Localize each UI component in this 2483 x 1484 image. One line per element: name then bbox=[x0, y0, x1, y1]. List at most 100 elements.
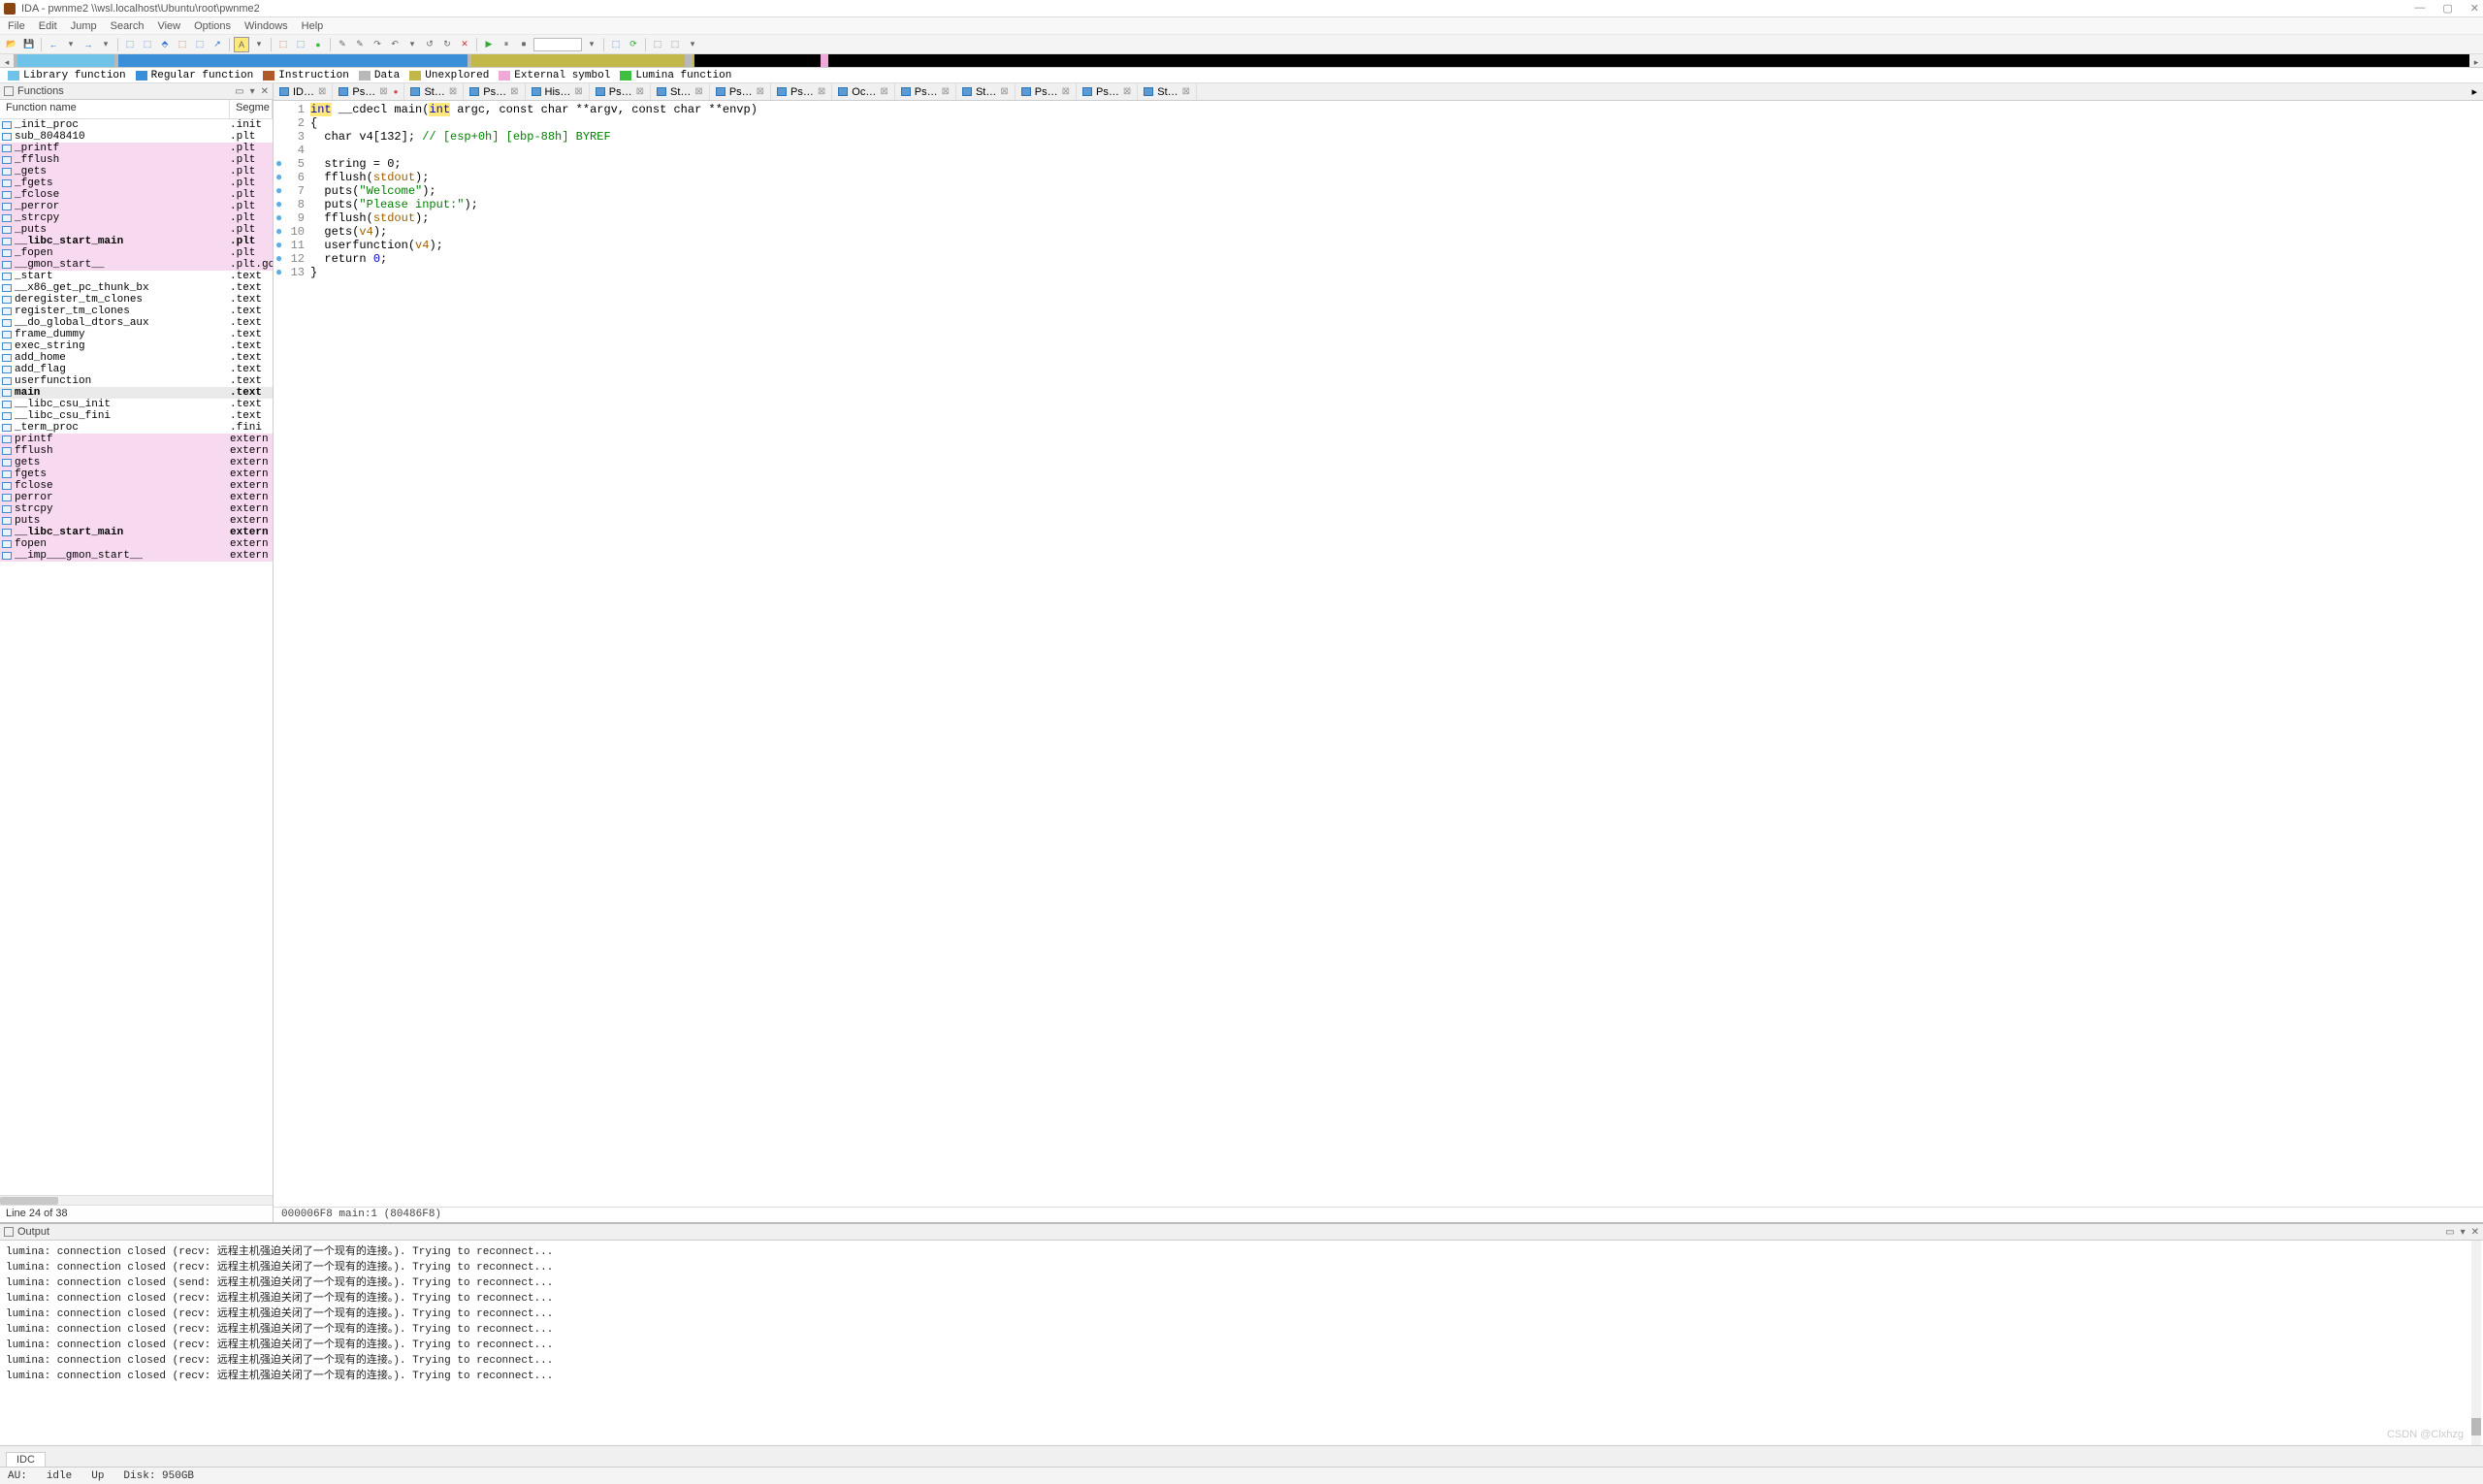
menu-windows[interactable]: Windows bbox=[244, 20, 288, 32]
code-text[interactable]: int __cdecl main(int argc, const char **… bbox=[310, 101, 758, 1207]
menu-edit[interactable]: Edit bbox=[39, 20, 57, 32]
tool-icon[interactable]: ↻ bbox=[439, 37, 455, 52]
tab-close-icon[interactable]: ⊠ bbox=[574, 86, 582, 97]
col-segment[interactable]: Segme bbox=[230, 100, 273, 118]
tab-close-icon[interactable]: ⊠ bbox=[1123, 86, 1131, 97]
maximize-button[interactable]: ▢ bbox=[2442, 2, 2452, 15]
tool-icon[interactable]: ⬚ bbox=[122, 37, 138, 52]
tool-icon[interactable]: ↗ bbox=[210, 37, 225, 52]
function-row[interactable]: fopenextern bbox=[0, 538, 273, 550]
panel-menu-icon[interactable]: ▾ bbox=[250, 86, 255, 97]
tool-icon[interactable]: ⬚ bbox=[192, 37, 208, 52]
nav-left-icon[interactable]: ◂ bbox=[0, 54, 14, 70]
col-function-name[interactable]: Function name bbox=[0, 100, 230, 118]
run-icon[interactable]: ▶ bbox=[481, 37, 497, 52]
scrollbar-thumb[interactable] bbox=[0, 1197, 58, 1205]
tool-icon[interactable]: ⬚ bbox=[650, 37, 665, 52]
cancel-icon[interactable]: ✕ bbox=[457, 37, 472, 52]
editor-tab[interactable]: Ps…⊠ bbox=[895, 83, 956, 100]
output-body[interactable]: lumina: connection closed (recv: 远程主机强迫关… bbox=[0, 1241, 2483, 1445]
tool-icon[interactable]: ↺ bbox=[422, 37, 437, 52]
function-row[interactable]: _start.text bbox=[0, 271, 273, 282]
editor-tab[interactable]: Ps…⊠ bbox=[590, 83, 651, 100]
editor-tab[interactable]: Ps…⊠ bbox=[333, 83, 404, 100]
function-row[interactable]: _puts.plt bbox=[0, 224, 273, 236]
close-button[interactable]: ✕ bbox=[2470, 2, 2479, 15]
tab-close-icon[interactable]: ⊠ bbox=[318, 86, 326, 97]
function-row[interactable]: add_home.text bbox=[0, 352, 273, 364]
refresh-icon[interactable]: ⟳ bbox=[626, 37, 641, 52]
function-row[interactable]: __libc_start_main.plt bbox=[0, 236, 273, 247]
tool-icon[interactable]: ⬚ bbox=[667, 37, 683, 52]
tab-close-icon[interactable]: ⊠ bbox=[636, 86, 644, 97]
editor-tab[interactable]: Ps…⊠ bbox=[1016, 83, 1077, 100]
tab-close-icon[interactable]: ⊠ bbox=[1182, 86, 1190, 97]
tool-icon[interactable]: ⬚ bbox=[175, 37, 190, 52]
function-row[interactable]: userfunction.text bbox=[0, 375, 273, 387]
function-row[interactable]: fgetsextern bbox=[0, 468, 273, 480]
tool-icon[interactable]: ↷ bbox=[370, 37, 385, 52]
function-row[interactable]: _perror.plt bbox=[0, 201, 273, 212]
tab-close-icon[interactable]: ⊠ bbox=[818, 86, 825, 97]
function-row[interactable]: __libc_csu_init.text bbox=[0, 399, 273, 410]
tool-icon[interactable]: ✎ bbox=[352, 37, 368, 52]
editor-tab[interactable]: His…⊠ bbox=[526, 83, 590, 100]
back-icon[interactable]: ← bbox=[46, 37, 61, 52]
tab-close-icon[interactable]: ⊠ bbox=[694, 86, 702, 97]
menu-jump[interactable]: Jump bbox=[71, 20, 97, 32]
functions-list[interactable]: _init_proc.initsub_8048410.plt_printf.pl… bbox=[0, 119, 273, 1195]
tool-icon[interactable]: ⬚ bbox=[140, 37, 155, 52]
function-row[interactable]: __libc_start_mainextern bbox=[0, 527, 273, 538]
function-row[interactable]: register_tm_clones.text bbox=[0, 306, 273, 317]
toolbar-input[interactable] bbox=[533, 38, 582, 51]
function-row[interactable]: fcloseextern bbox=[0, 480, 273, 492]
tool-icon[interactable]: ⬚ bbox=[275, 37, 291, 52]
function-row[interactable]: __gmon_start__.plt.go bbox=[0, 259, 273, 271]
function-row[interactable]: fflushextern bbox=[0, 445, 273, 457]
function-row[interactable]: add_flag.text bbox=[0, 364, 273, 375]
function-row[interactable]: sub_8048410.plt bbox=[0, 131, 273, 143]
function-row[interactable]: _fopen.plt bbox=[0, 247, 273, 259]
minimize-button[interactable]: — bbox=[2414, 2, 2425, 15]
tool-icon[interactable]: ● bbox=[310, 37, 326, 52]
dropdown-icon[interactable]: ▾ bbox=[63, 37, 79, 52]
function-row[interactable]: _strcpy.plt bbox=[0, 212, 273, 224]
h-scrollbar[interactable] bbox=[0, 1195, 273, 1205]
dropdown-icon[interactable]: ▾ bbox=[98, 37, 113, 52]
function-row[interactable]: main.text bbox=[0, 387, 273, 399]
function-row[interactable]: putsextern bbox=[0, 515, 273, 527]
function-row[interactable]: _fgets.plt bbox=[0, 177, 273, 189]
panel-popout-icon[interactable]: ▭ bbox=[235, 86, 243, 97]
function-row[interactable]: __x86_get_pc_thunk_bx.text bbox=[0, 282, 273, 294]
editor-tab[interactable]: Ps…⊠ bbox=[771, 83, 832, 100]
tab-close-icon[interactable]: ⊠ bbox=[1000, 86, 1008, 97]
save-icon[interactable]: 💾 bbox=[21, 37, 37, 52]
tool-icon[interactable]: ⬚ bbox=[293, 37, 308, 52]
editor-tab[interactable]: Oc…⊠ bbox=[832, 83, 894, 100]
panel-close-icon[interactable]: ✕ bbox=[261, 86, 269, 97]
function-row[interactable]: perrorextern bbox=[0, 492, 273, 503]
panel-popout-icon[interactable]: ▭ bbox=[2445, 1227, 2454, 1238]
tool-icon[interactable]: ▾ bbox=[404, 37, 420, 52]
menu-options[interactable]: Options bbox=[194, 20, 231, 32]
menu-file[interactable]: File bbox=[8, 20, 25, 32]
function-row[interactable]: _fflush.plt bbox=[0, 154, 273, 166]
nav-right-icon[interactable]: ▸ bbox=[2469, 54, 2483, 70]
dropdown-icon[interactable]: ▾ bbox=[584, 37, 599, 52]
function-row[interactable]: __libc_csu_fini.text bbox=[0, 410, 273, 422]
tab-close-icon[interactable]: ⊠ bbox=[1062, 86, 1070, 97]
tab-close-icon[interactable]: ⊠ bbox=[880, 86, 887, 97]
function-row[interactable]: _init_proc.init bbox=[0, 119, 273, 131]
editor-tab[interactable]: St…⊠ bbox=[1138, 83, 1197, 100]
function-row[interactable]: _fclose.plt bbox=[0, 189, 273, 201]
function-row[interactable]: _term_proc.fini bbox=[0, 422, 273, 434]
nav-bar[interactable]: ◂ ▸ bbox=[0, 54, 2483, 68]
code-view[interactable]: 12345678910111213 int __cdecl main(int a… bbox=[274, 101, 2483, 1207]
scrollbar-thumb[interactable] bbox=[2471, 1418, 2481, 1436]
tool-icon[interactable]: ✎ bbox=[335, 37, 350, 52]
editor-tab[interactable]: St…⊠ bbox=[956, 83, 1016, 100]
tab-close-icon[interactable]: ⊠ bbox=[942, 86, 950, 97]
editor-tab[interactable]: St…⊠ bbox=[651, 83, 710, 100]
tab-close-icon[interactable]: ⊠ bbox=[379, 86, 387, 97]
tab-close-icon[interactable]: ⊠ bbox=[510, 86, 518, 97]
